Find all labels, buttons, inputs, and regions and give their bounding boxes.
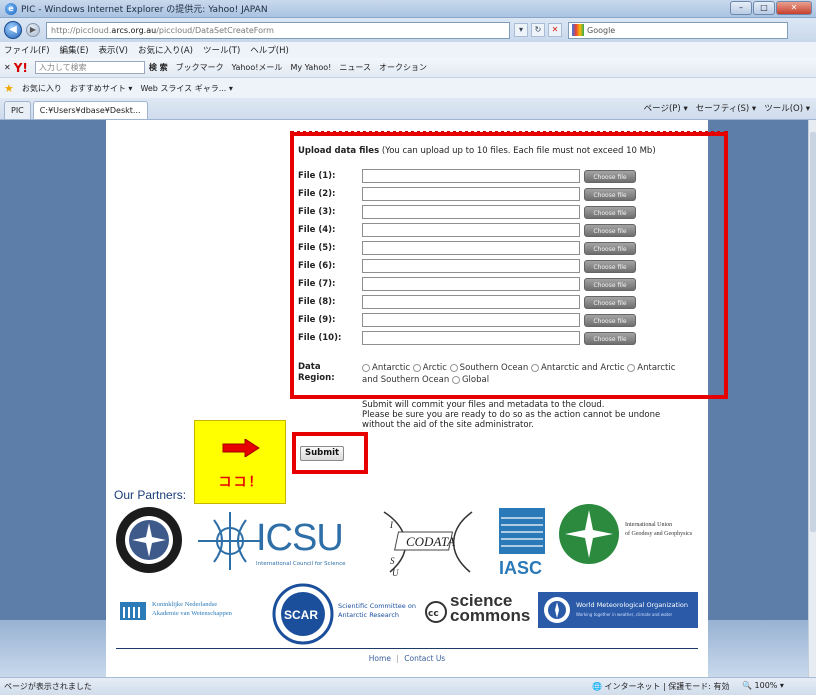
home-link[interactable]: Home (369, 654, 391, 663)
partners-heading: Our Partners: (114, 488, 187, 502)
refresh-icon[interactable]: ↻ (531, 23, 545, 37)
svg-text:cc: cc (428, 609, 439, 619)
wmo-logo[interactable]: World Meteorological Organization Workin… (538, 592, 698, 628)
favorites-bar: ★ お気に入り おすすめサイト ▾ Web スライス ギャラ... ▾ (0, 78, 816, 98)
menu-view[interactable]: 表示(V) (99, 44, 128, 56)
window-controls: – □ ✕ (730, 1, 812, 15)
scar-name: Scientific Committee on Antarctic Researc… (338, 602, 416, 619)
tab-label: PIC (11, 106, 24, 115)
status-text: ページが表示されました (4, 682, 92, 691)
icsu-subtitle: International Council for Science (256, 561, 346, 567)
koko-label: ココ！ (218, 475, 264, 490)
tab-local-file[interactable]: C:¥Users¥dbase¥Deskt... (32, 101, 148, 119)
annotation-upload-box (290, 132, 728, 399)
stop-icon[interactable]: ✕ (548, 23, 562, 37)
fav-web-slice[interactable]: Web スライス ギャラ... ▾ (140, 83, 232, 94)
tab-bar: PIC C:¥Users¥dbase¥Deskt... ページ(P) ▾ セーフ… (0, 98, 816, 120)
yahoo-bookmark[interactable]: ブックマーク (176, 62, 224, 73)
scar-text: SCAR (284, 608, 318, 622)
maximize-button[interactable]: □ (753, 1, 775, 15)
svg-text:U: U (392, 568, 399, 578)
zoom-level[interactable]: 🔍 100% ▾ (742, 681, 784, 690)
menu-favorites[interactable]: お気に入り(A) (138, 44, 193, 56)
iugg-logo[interactable] (557, 502, 621, 566)
tab-pic[interactable]: PIC (4, 101, 31, 119)
yahoo-toolbar: ✕ Y! 入力して検索 検 索 ブックマーク Yahoo!メール My Yaho… (0, 58, 816, 78)
search-input[interactable]: Google (568, 21, 788, 39)
vertical-scrollbar[interactable] (808, 120, 816, 677)
yahoo-search-input[interactable]: 入力して検索 (34, 61, 145, 74)
page-menu[interactable]: ページ(P) ▾ (644, 102, 688, 114)
dropdown-icon[interactable]: ▾ (514, 23, 528, 37)
antarctic-treaty-logo[interactable] (114, 505, 184, 575)
back-button[interactable]: ◀ (4, 21, 22, 39)
svg-text:I: I (389, 520, 394, 530)
yahoo-mail[interactable]: Yahoo!メール (232, 62, 283, 73)
tab-label: C:¥Users¥dbase¥Deskt... (39, 106, 141, 115)
iasc-text: IASC (499, 558, 542, 578)
footer-separator: | (396, 654, 399, 663)
menu-help[interactable]: ヘルプ(H) (250, 44, 289, 56)
google-icon (572, 24, 584, 36)
address-input[interactable]: http://piccloud. arcs.org.au/piccloud/Dat… (46, 21, 510, 39)
iasc-logo[interactable]: IASC (495, 506, 551, 578)
science-commons-logo[interactable]: science commons (450, 592, 530, 624)
iugg-name: International Union of Geodesy and Geophy… (625, 522, 693, 537)
wmo-tagline: Working together in weather, climate and… (576, 612, 673, 617)
security-zone: 🌐 インターネット | 保護モード: 有効 (592, 682, 730, 691)
knaw-building-icon (120, 602, 146, 620)
search-engine-name: Google (587, 25, 616, 35)
address-actions: ▾ ↻ ✕ (514, 23, 562, 37)
contact-us-link[interactable]: Contact Us (404, 654, 445, 663)
codata-logo[interactable]: CODATA I S U (376, 506, 482, 578)
address-bar-row: ◀ ▶ http://piccloud. arcs.org.au/piccloud… (0, 18, 816, 42)
footer: Home | Contact Us (106, 654, 708, 663)
fav-recommended[interactable]: おすすめサイト ▾ (70, 83, 133, 94)
submit-warning: Submit will commit your files and metada… (362, 400, 661, 430)
annotation-submit-box (292, 432, 368, 474)
koko-callout: ココ！ (194, 420, 286, 504)
close-toolbar-icon[interactable]: ✕ (4, 63, 11, 72)
minimize-button[interactable]: – (730, 1, 752, 15)
footer-divider (116, 648, 698, 649)
wmo-name: World Meteorological Organization (576, 601, 689, 609)
svg-text:S: S (390, 556, 395, 566)
status-bar: ページが表示されました 🌐 インターネット | 保護モード: 有効 🔍 100%… (0, 677, 816, 695)
icsu-logo[interactable]: ICSU (256, 517, 344, 560)
url-prefix: http://piccloud. (51, 25, 112, 35)
url-path: /piccloud/DataSetCreateForm (156, 25, 274, 35)
right-arrow-icon (222, 439, 260, 457)
scar-logo[interactable]: SCAR (272, 583, 334, 645)
close-button[interactable]: ✕ (776, 1, 812, 15)
favorites-star-icon[interactable]: ★ (4, 82, 14, 95)
ie-logo-icon: e (5, 2, 17, 15)
cc-icon: cc (425, 601, 447, 623)
title-bar: e PIC - Windows Internet Explorer の提供元: … (0, 0, 816, 18)
window-title: PIC - Windows Internet Explorer の提供元: Ya… (21, 5, 268, 15)
tools-menu[interactable]: ツール(O) ▾ (764, 102, 810, 114)
yahoo-news[interactable]: ニュース (339, 62, 371, 73)
command-bar: ページ(P) ▾ セーフティ(S) ▾ ツール(O) ▾ (644, 102, 810, 114)
safety-menu[interactable]: セーフティ(S) ▾ (696, 102, 756, 114)
yahoo-search-button[interactable]: 検 索 (149, 62, 168, 73)
yahoo-logo-icon[interactable]: Y! (14, 61, 28, 75)
knaw-logo[interactable]: Koninklijke Nederlandse Akademie van Wete… (152, 600, 232, 618)
menu-bar: ファイル(F) 編集(E) 表示(V) お気に入り(A) ツール(T) ヘルプ(… (0, 42, 816, 58)
menu-edit[interactable]: 編集(E) (60, 44, 89, 56)
favorites-button[interactable]: お気に入り (22, 83, 62, 94)
wmo-emblem-icon (544, 597, 570, 623)
yahoo-auction[interactable]: オークション (379, 62, 427, 73)
menu-file[interactable]: ファイル(F) (4, 44, 50, 56)
my-yahoo[interactable]: My Yahoo! (290, 63, 331, 72)
codata-text: CODATA (406, 534, 455, 549)
menu-tools[interactable]: ツール(T) (203, 44, 240, 56)
url-domain: arcs.org.au (111, 25, 157, 35)
forward-button[interactable]: ▶ (26, 23, 40, 37)
scrollbar-thumb[interactable] (810, 132, 816, 532)
